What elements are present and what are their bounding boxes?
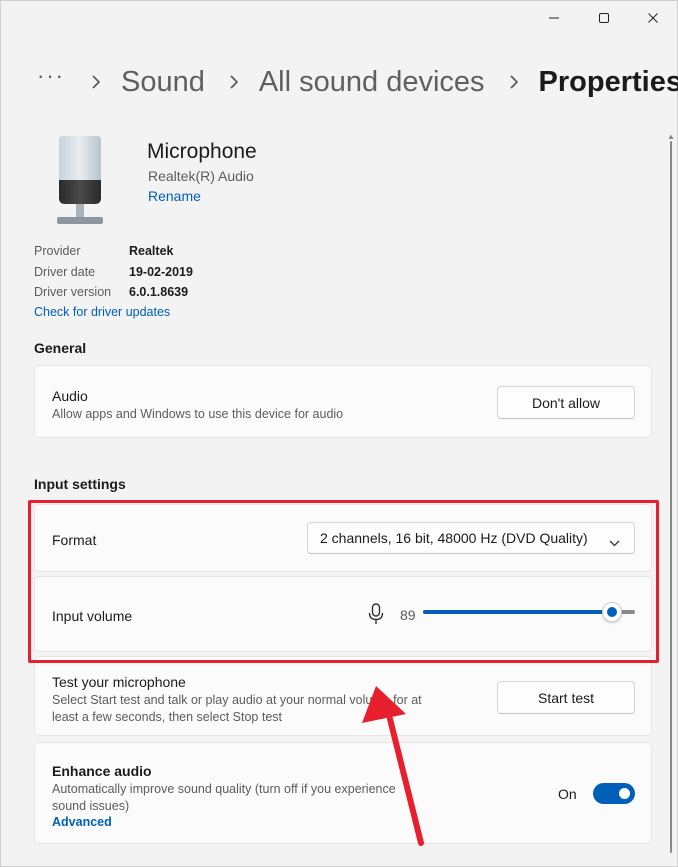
sound-properties-window: ··· Sound All sound devices Properties M… [0, 0, 678, 867]
advanced-link[interactable]: Advanced [52, 815, 112, 829]
enhance-audio-description-line2: sound issues) [52, 799, 130, 813]
input-volume-slider-thumb[interactable] [602, 602, 622, 622]
check-driver-updates-link[interactable]: Check for driver updates [34, 305, 170, 319]
driver-date-label: Driver date [34, 265, 96, 279]
dont-allow-button[interactable]: Don't allow [497, 386, 635, 419]
microphone-icon[interactable] [368, 603, 384, 630]
test-microphone-title: Test your microphone [52, 674, 186, 690]
enhance-audio-title: Enhance audio [52, 763, 152, 779]
general-section-title: General [34, 340, 87, 356]
breadcrumb-item-all-sound-devices[interactable]: All sound devices [259, 66, 485, 99]
rename-link[interactable]: Rename [148, 188, 201, 204]
provider-label: Provider [34, 244, 81, 258]
test-microphone-card: Test your microphone Select Start test a… [34, 656, 652, 736]
input-volume-value: 89 [400, 607, 416, 623]
toggle-knob [619, 788, 630, 799]
input-volume-card: Input volume 89 [34, 576, 652, 652]
minimize-icon[interactable] [543, 7, 565, 29]
enhance-audio-description-line1: Automatically improve sound quality (tur… [52, 782, 396, 796]
device-name: Microphone [147, 140, 257, 163]
driver-version-label: Driver version [34, 285, 112, 299]
device-driver-name: Realtek(R) Audio [148, 168, 254, 184]
test-microphone-description-line1: Select Start test and talk or play audio… [52, 693, 422, 707]
start-test-button[interactable]: Start test [497, 681, 635, 714]
page-title: Properties [538, 65, 678, 98]
audio-description: Allow apps and Windows to use this devic… [52, 407, 344, 421]
scrollbar-thumb[interactable] [670, 141, 672, 853]
enhance-audio-state-label: On [558, 786, 577, 802]
audio-card: Audio Allow apps and Windows to use this… [34, 365, 652, 438]
scroll-up-arrow-icon[interactable] [668, 127, 674, 139]
driver-date-value: 19-02-2019 [129, 265, 193, 279]
chevron-right-icon [229, 59, 241, 105]
format-selected-value: 2 channels, 16 bit, 48000 Hz (DVD Qualit… [320, 530, 588, 546]
chevron-down-icon [609, 534, 620, 550]
maximize-icon[interactable] [593, 7, 615, 29]
input-volume-slider-fill [423, 610, 612, 614]
format-dropdown[interactable]: 2 channels, 16 bit, 48000 Hz (DVD Qualit… [307, 522, 635, 554]
input-settings-section-title: Input settings [34, 476, 126, 492]
format-label: Format [52, 532, 97, 548]
driver-version-value: 6.0.1.8639 [129, 285, 189, 299]
audio-title: Audio [52, 388, 88, 404]
breadcrumb: ··· Sound All sound devices Properties [37, 59, 678, 105]
format-card: Format 2 channels, 16 bit, 48000 Hz (DVD… [34, 504, 652, 572]
provider-value: Realtek [129, 244, 174, 258]
enhance-audio-card: Enhance audio Automatically improve soun… [34, 742, 652, 844]
chevron-right-icon [91, 59, 103, 105]
breadcrumb-more-button[interactable]: ··· [37, 63, 65, 89]
input-volume-label: Input volume [52, 608, 133, 624]
microphone-device-icon [49, 134, 111, 230]
breadcrumb-item-sound[interactable]: Sound [121, 66, 205, 99]
test-microphone-description-line2: least a few seconds, then select Stop te… [52, 710, 282, 724]
enhance-audio-toggle[interactable] [593, 783, 635, 804]
close-icon[interactable] [642, 7, 664, 29]
chevron-right-icon [509, 59, 521, 105]
